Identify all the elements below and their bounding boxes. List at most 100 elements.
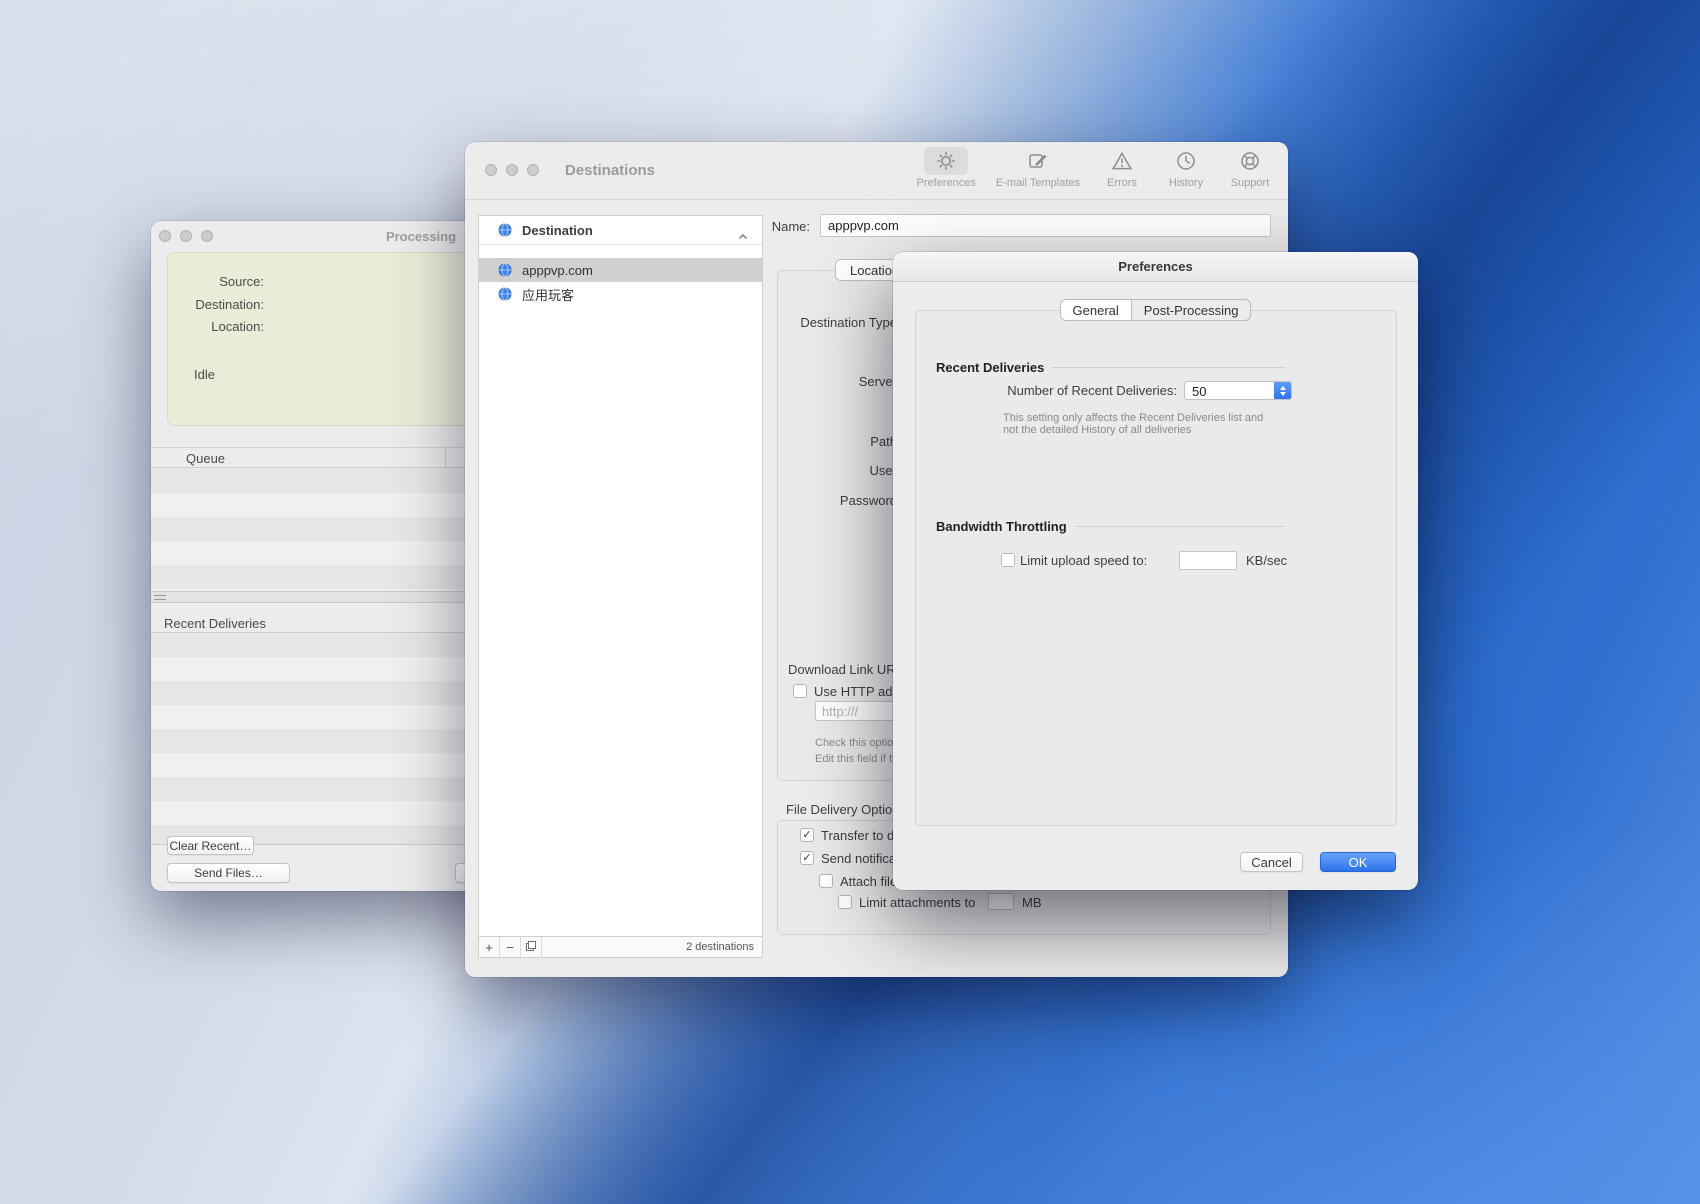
minimize-button[interactable]	[506, 164, 518, 176]
tab-post-processing-label: Post-Processing	[1144, 303, 1239, 318]
limit-attachments-checkbox[interactable]	[838, 895, 852, 909]
close-button[interactable]	[159, 230, 171, 242]
server-label: Server	[757, 374, 897, 389]
tab-post-processing[interactable]: Post-Processing	[1131, 300, 1251, 320]
section-title: Bandwidth Throttling	[936, 519, 1067, 534]
cancel-button[interactable]: Cancel	[1240, 852, 1303, 872]
duplicate-icon	[525, 940, 537, 955]
limit-upload-label: Limit upload speed to:	[1020, 553, 1147, 568]
status-text: Idle	[194, 367, 215, 382]
zoom-button[interactable]	[527, 164, 539, 176]
minus-icon: −	[506, 940, 514, 955]
sidebar-header[interactable]: Destination	[479, 216, 762, 245]
recent-count-stepper[interactable]: 50	[1184, 381, 1292, 400]
limit-attachments-label: Limit attachments to	[859, 895, 975, 910]
remove-destination-button[interactable]: −	[500, 937, 521, 957]
toolbar-label: Errors	[1107, 177, 1137, 189]
recent-deliveries-section: Recent Deliveries	[936, 359, 1285, 375]
bandwidth-section: Bandwidth Throttling	[936, 518, 1285, 534]
preferences-dialog: Preferences General Post-Processing Rece…	[893, 252, 1418, 890]
toolbar-label: E-mail Templates	[996, 177, 1080, 189]
minimize-button[interactable]	[180, 230, 192, 242]
transfer-checkbox[interactable]: ✓	[800, 828, 814, 842]
toolbar-label: History	[1169, 177, 1203, 189]
toolbar-label: Support	[1231, 177, 1270, 189]
send-files-button[interactable]: Send Files…	[167, 863, 290, 883]
list-item-label: apppvp.com	[522, 263, 593, 278]
grip-icon	[154, 595, 166, 600]
limit-attachments-input[interactable]	[988, 893, 1014, 910]
toolbar-preferences[interactable]: Preferences	[917, 147, 976, 189]
limit-upload-checkbox[interactable]	[1001, 553, 1015, 567]
toolbar-errors[interactable]: Errors	[1100, 147, 1144, 189]
user-label: User	[757, 463, 897, 478]
attach-file-checkbox[interactable]	[819, 874, 833, 888]
destinations-count: 2 destinations	[542, 937, 762, 957]
ok-button[interactable]: OK	[1320, 852, 1396, 872]
location-label: Location:	[168, 319, 264, 334]
check-icon: ✓	[802, 853, 811, 864]
queue-header-label: Queue	[186, 451, 225, 466]
clock-icon	[1164, 147, 1208, 175]
warning-icon	[1100, 147, 1144, 175]
sidebar-bottom-bar: + − 2 destinations	[479, 936, 762, 957]
destination-label: Destination:	[168, 297, 264, 312]
stepper-value: 50	[1192, 384, 1206, 399]
name-input[interactable]: apppvp.com	[820, 214, 1271, 237]
destination-type-label: Destination Type	[757, 315, 897, 330]
mb-label: MB	[1022, 895, 1042, 910]
close-button[interactable]	[485, 164, 497, 176]
desktop: Processing Source: Destination: Location…	[0, 0, 1700, 1204]
http-help-line2: Edit this field if the	[815, 753, 904, 765]
password-label: Password	[757, 493, 897, 508]
globe-icon	[498, 263, 512, 277]
ok-label: OK	[1349, 855, 1368, 870]
toolbar-label: Preferences	[917, 177, 976, 189]
clear-recent-label: Clear Recent…	[169, 839, 251, 853]
column-divider[interactable]	[445, 448, 446, 467]
use-http-checkbox[interactable]	[793, 684, 807, 698]
toolbar-history[interactable]: History	[1164, 147, 1208, 189]
kbsec-label: KB/sec	[1246, 553, 1287, 568]
tab-general[interactable]: General	[1061, 300, 1131, 320]
upload-speed-input[interactable]	[1179, 551, 1237, 570]
list-item-appwanke[interactable]: 应用玩客	[479, 282, 762, 306]
globe-icon	[498, 223, 512, 242]
sidebar-header-label: Destination	[522, 223, 593, 238]
destinations-sidebar: Destination apppvp.com	[478, 215, 763, 958]
dialog-title: Preferences	[1118, 259, 1192, 274]
tab-general-label: General	[1073, 303, 1119, 318]
recent-help-line1: This setting only affects the Recent Del…	[1003, 412, 1263, 424]
toolbar: Preferences E-mail Templates	[917, 147, 1272, 189]
attach-file-label: Attach file	[840, 874, 897, 889]
preferences-titlebar[interactable]: Preferences	[893, 252, 1418, 282]
duplicate-destination-button[interactable]	[521, 937, 542, 957]
stepper-arrows-icon[interactable]	[1274, 382, 1291, 399]
lifebuoy-icon	[1228, 147, 1272, 175]
toolbar-email-templates[interactable]: E-mail Templates	[996, 147, 1080, 189]
clear-recent-button[interactable]: Clear Recent…	[167, 836, 254, 855]
recent-help-line2: not the detailed History of all deliveri…	[1003, 424, 1191, 436]
plus-icon: +	[485, 940, 493, 955]
destinations-titlebar[interactable]: Destinations Preferences	[465, 142, 1288, 200]
notification-checkbox[interactable]: ✓	[800, 851, 814, 865]
window-title: Destinations	[565, 162, 655, 179]
path-label: Path	[757, 434, 897, 449]
add-destination-button[interactable]: +	[479, 937, 500, 957]
list-item-apppvp[interactable]: apppvp.com	[479, 258, 762, 282]
send-files-label: Send Files…	[194, 866, 263, 880]
download-link-header: Download Link URL	[788, 662, 903, 677]
toolbar-support[interactable]: Support	[1228, 147, 1272, 189]
name-label: Name:	[730, 219, 810, 234]
preferences-tabs: General Post-Processing	[1060, 299, 1252, 321]
section-rule	[1052, 367, 1285, 368]
template-pencil-icon	[1016, 147, 1060, 175]
zoom-button[interactable]	[201, 230, 213, 242]
source-label: Source:	[168, 274, 264, 289]
tab-location-label: Location	[850, 263, 899, 278]
section-title: Recent Deliveries	[936, 360, 1044, 375]
recent-deliveries-label: Recent Deliveries	[164, 616, 266, 631]
cancel-label: Cancel	[1251, 855, 1291, 870]
recent-count-label: Number of Recent Deliveries:	[953, 383, 1177, 398]
globe-icon	[498, 287, 512, 301]
